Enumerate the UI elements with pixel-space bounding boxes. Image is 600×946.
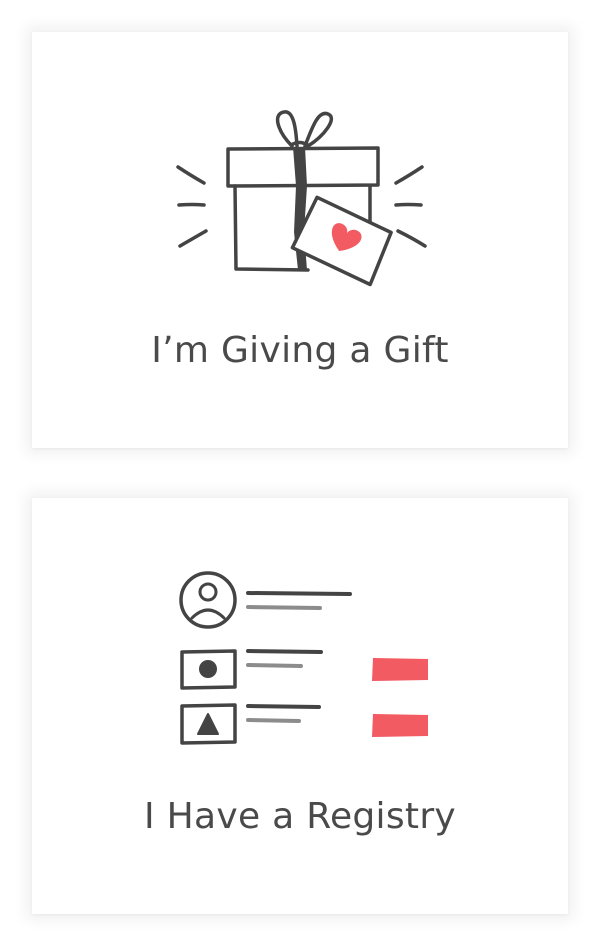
gift-box-with-heart-tag-icon	[176, 110, 427, 287]
giving-gift-title: I’m Giving a Gift	[151, 330, 449, 371]
page: I’m Giving a Gift I Have a Registry	[0, 0, 600, 946]
registry-title: I Have a Registry	[143, 796, 457, 837]
registry-option-card[interactable]: I Have a Registry	[32, 498, 568, 914]
registry-list-icon	[179, 571, 428, 745]
giving-gift-option-card[interactable]: I’m Giving a Gift	[32, 32, 568, 448]
